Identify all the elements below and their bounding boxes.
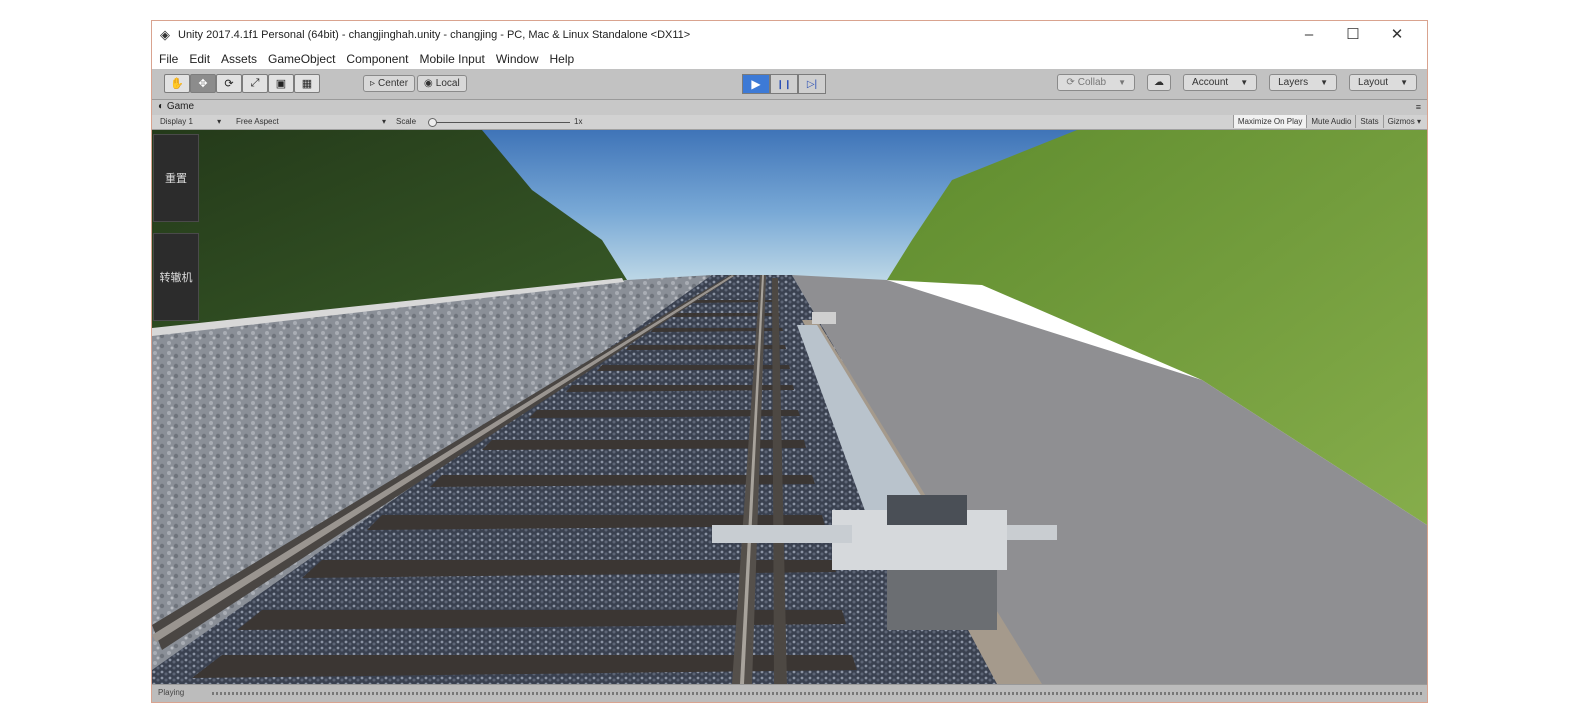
switch-machine-mechanism [887,495,967,525]
transform-tool-button[interactable]: ▦ [294,74,320,93]
rect-tool-button[interactable]: ▣ [268,74,294,93]
step-icon: ▷| [806,78,818,90]
collab-dropdown[interactable]: ⟳ Collab ▼ [1057,74,1136,91]
scale-value: 1x [574,117,583,126]
status-text: Playing [158,688,185,697]
menu-gameobject[interactable]: GameObject [268,52,335,66]
transform-tools: ✋ ✥ ⟳ ⤢ ▣ ▦ [164,74,320,93]
chevron-down-icon: ▼ [1400,78,1408,87]
collab-icon: ⟳ [1066,77,1075,88]
menu-bar: File Edit Assets GameObject Component Mo… [152,49,1427,69]
aspect-value: Free Aspect [236,117,279,126]
hand-tool-button[interactable]: ✋ [164,74,190,93]
pause-icon: ❙❙ [776,78,792,89]
status-bar: Playing [152,684,1427,702]
maximize-button[interactable]: ☐ [1331,21,1375,49]
chevron-down-icon: ▾ [217,117,222,126]
play-icon: ▶ [751,77,761,91]
scale-tool-button[interactable]: ⤢ [242,74,268,93]
rect-icon: ▣ [275,78,287,90]
game-view-toggles: Maximize On Play Mute Audio Stats Gizmos… [1232,115,1425,128]
move-icon: ✥ [198,78,208,90]
space-icon: ◉ [424,78,433,89]
move-tool-button[interactable]: ✥ [190,74,216,93]
unity-logo-icon: ◈ [160,27,170,42]
layout-label: Layout [1358,77,1389,88]
menu-help[interactable]: Help [550,52,575,66]
tab-menu-icon[interactable]: ≡ [1416,102,1421,112]
chevron-down-icon: ▾ [381,117,386,126]
game-viewport[interactable]: 重置 转辙机 [152,130,1427,684]
maximize-on-play-toggle[interactable]: Maximize On Play [1232,115,1307,128]
game-tab-icon: ◐ [158,101,165,112]
menu-edit[interactable]: Edit [189,52,210,66]
gizmos-dropdown[interactable]: Gizmos ▾ [1382,115,1425,128]
hand-icon: ✋ [170,78,184,90]
menu-window[interactable]: Window [496,52,539,66]
aspect-select[interactable]: Free Aspect ▾ [236,117,386,126]
reset-button-label: 重置 [165,173,187,185]
mute-audio-toggle[interactable]: Mute Audio [1306,115,1355,128]
layers-label: Layers [1278,77,1309,88]
rotate-tool-button[interactable]: ⟳ [216,74,242,93]
scale-icon: ⤢ [250,77,260,89]
play-button[interactable]: ▶ [742,74,770,94]
chevron-down-icon: ▾ [1416,117,1421,126]
step-button[interactable]: ▷| [798,74,826,94]
game-tab-bar: ◐ Game ≡ [152,100,1427,115]
unity-window: ◈ Unity 2017.4.1f1 Personal (64bit) - ch… [151,20,1428,703]
pause-button[interactable]: ❙❙ [770,74,798,94]
stats-toggle[interactable]: Stats [1355,115,1382,128]
window-controls: – ☐ ✕ [1287,21,1419,49]
menu-assets[interactable]: Assets [221,52,257,66]
game-tab-label: Game [166,101,195,112]
switch-machine-arm [712,525,852,543]
close-button[interactable]: ✕ [1375,21,1419,49]
window-title: Unity 2017.4.1f1 Personal (64bit) - chan… [178,29,691,41]
rotate-icon: ⟳ [224,78,234,90]
minimize-button[interactable]: – [1287,21,1331,49]
switch-machine-button[interactable]: 转辙机 [153,233,199,321]
pivot-center-toggle[interactable]: ▹ Center [363,75,416,92]
chevron-down-icon: ▼ [1320,78,1329,87]
status-progress-pattern [212,692,1423,695]
menu-mobile-input[interactable]: Mobile Input [419,52,484,66]
transform-icon: ▦ [301,78,313,90]
pivot-label: Center [378,78,409,89]
menu-file[interactable]: File [159,52,178,66]
scale-label: Scale [396,117,417,126]
collab-label: Collab [1077,77,1107,88]
far-device [812,312,836,324]
switch-machine-cover [1007,525,1057,540]
menu-component[interactable]: Component [346,52,408,66]
layout-dropdown[interactable]: Layout ▼ [1349,74,1417,91]
cloud-button[interactable]: ☁ [1147,74,1172,91]
cloud-icon: ☁ [1154,77,1165,88]
pivot-icon: ▹ [370,78,376,89]
reset-button[interactable]: 重置 [153,134,199,222]
display-value: Display 1 [160,117,193,126]
account-label: Account [1192,77,1229,88]
tab-game[interactable]: ◐ Game [158,101,194,112]
game-view-toolbar: Display 1 ▾ Free Aspect ▾ Scale 1x Maxim… [152,115,1427,130]
layers-dropdown[interactable]: Layers ▼ [1269,74,1338,91]
account-dropdown[interactable]: Account ▼ [1183,74,1258,91]
chevron-down-icon: ▼ [1240,78,1249,87]
title-bar: ◈ Unity 2017.4.1f1 Personal (64bit) - ch… [152,21,1427,49]
railway-scene [152,130,1427,684]
switch-machine-plate [887,570,997,630]
scale-slider-track[interactable] [430,122,570,123]
play-controls: ▶ ❙❙ ▷| [742,74,826,94]
switch-machine-button-label: 转辙机 [159,272,193,284]
display-select[interactable]: Display 1 ▾ [160,117,221,126]
chevron-down-icon: ▼ [1118,78,1127,87]
scale-slider-handle[interactable] [428,118,437,127]
gizmos-label: Gizmos [1387,117,1415,126]
toolbar-right: ⟳ Collab ▼ ☁ Account ▼ Layers ▼ Layout ▼ [1057,74,1417,91]
space-label: Local [435,78,460,89]
space-local-toggle[interactable]: ◉ Local [417,75,467,92]
pivot-toggles: ▹ Center ◉ Local [363,75,467,94]
